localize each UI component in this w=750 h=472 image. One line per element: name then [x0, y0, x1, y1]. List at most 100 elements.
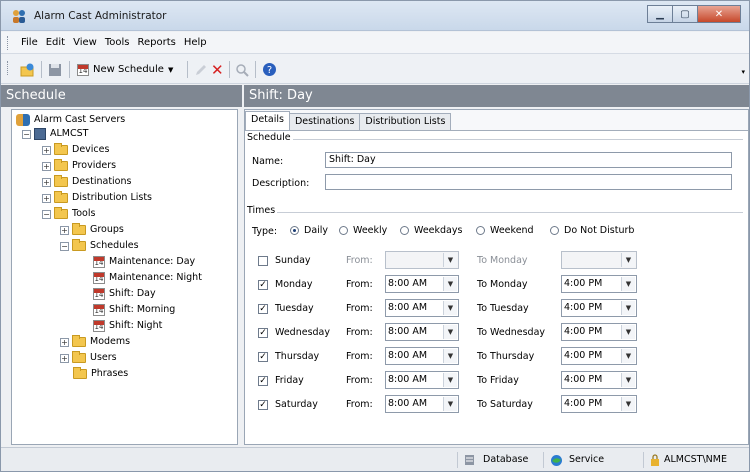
chevron-down-icon: ▼: [167, 65, 174, 74]
radio-daily[interactable]: Daily: [290, 225, 328, 236]
collapse-icon[interactable]: −: [22, 129, 31, 139]
status-service-label: Service: [569, 454, 605, 465]
toolbar-overflow-icon[interactable]: ▾: [741, 68, 745, 76]
from-time-select[interactable]: 8:00 AM ▼: [385, 371, 459, 389]
day-checkbox-tuesday[interactable]: ✓: [258, 304, 268, 314]
expand-icon[interactable]: +: [42, 177, 51, 187]
radio-weekend[interactable]: Weekend: [476, 225, 534, 236]
to-time-select[interactable]: 4:00 PM ▼: [561, 347, 637, 365]
tree-item-phrases[interactable]: Phrases: [73, 367, 128, 381]
toolbar: 14 New Schedule ▼ ✕ ? ▾: [1, 54, 749, 84]
menu-edit[interactable]: Edit: [46, 37, 65, 48]
tree-item-label: Users: [90, 352, 117, 363]
folder-icon: [73, 367, 87, 379]
status-user: ALMCST\NME: [643, 452, 749, 468]
to-time-select[interactable]: 4:00 PM ▼: [561, 371, 637, 389]
minimize-button[interactable]: ▁: [647, 5, 673, 23]
tree-item-schedules[interactable]: − Schedules: [60, 239, 139, 253]
day-checkbox-sunday[interactable]: [258, 256, 268, 266]
radio-weekdays[interactable]: Weekdays: [400, 225, 462, 236]
tree-item-schedule[interactable]: 14 Shift: Morning: [93, 303, 175, 317]
day-checkbox-friday[interactable]: ✓: [258, 376, 268, 386]
to-time-select[interactable]: 4:00 PM ▼: [561, 275, 637, 293]
save-button[interactable]: [48, 61, 62, 78]
day-checkbox-monday[interactable]: ✓: [258, 280, 268, 290]
refresh-button[interactable]: [19, 61, 35, 78]
tree-item-schedule[interactable]: 14 Maintenance: Day: [93, 255, 195, 269]
details-pane: Details Destinations Distribution Lists …: [244, 109, 749, 445]
status-database-label: Database: [483, 454, 529, 465]
edit-button[interactable]: [194, 61, 208, 78]
tree-item-users[interactable]: + Users: [60, 351, 117, 365]
day-checkbox-saturday[interactable]: ✓: [258, 400, 268, 410]
chevron-down-icon: ▼: [443, 277, 457, 291]
collapse-icon[interactable]: −: [60, 241, 69, 251]
help-button[interactable]: ?: [262, 61, 277, 78]
day-label: Monday: [275, 279, 313, 290]
tree-item-providers[interactable]: + Providers: [42, 159, 116, 173]
description-field[interactable]: [325, 174, 732, 190]
menu-help[interactable]: Help: [184, 37, 207, 48]
expand-icon[interactable]: +: [42, 161, 51, 171]
radio-weekly[interactable]: Weekly: [339, 225, 387, 236]
radio-dot: [290, 226, 299, 235]
to-time-select[interactable]: 4:00 PM ▼: [561, 323, 637, 341]
menu-reports[interactable]: Reports: [137, 37, 175, 48]
tree-item-modems[interactable]: + Modems: [60, 335, 130, 349]
close-button[interactable]: ✕: [697, 5, 741, 23]
collapse-icon[interactable]: −: [42, 209, 51, 219]
day-checkbox-wednesday[interactable]: ✓: [258, 328, 268, 338]
check-icon: ✓: [259, 400, 267, 410]
expand-icon[interactable]: +: [42, 145, 51, 155]
tree-server[interactable]: − ALMCST: [22, 127, 88, 141]
menu-grip[interactable]: [7, 36, 10, 50]
tree-item-groups[interactable]: + Groups: [60, 223, 124, 237]
menu-view[interactable]: View: [73, 37, 97, 48]
tree-item-devices[interactable]: + Devices: [42, 143, 109, 157]
from-time-select[interactable]: 8:00 AM ▼: [385, 299, 459, 317]
tree-item-destinations[interactable]: + Destinations: [42, 175, 131, 189]
expand-icon[interactable]: +: [60, 353, 69, 363]
from-time-select[interactable]: 8:00 AM ▼: [385, 347, 459, 365]
from-time-select[interactable]: 8:00 AM ▼: [385, 323, 459, 341]
to-time-select[interactable]: 4:00 PM ▼: [561, 395, 637, 413]
expand-icon[interactable]: +: [60, 337, 69, 347]
tree-item-schedule[interactable]: 14 Shift: Day: [93, 287, 156, 301]
folder-icon: [54, 191, 68, 203]
expand-icon[interactable]: +: [42, 193, 51, 203]
tree-item-schedule[interactable]: 14 Maintenance: Night: [93, 271, 202, 285]
menu-tools[interactable]: Tools: [105, 37, 130, 48]
folder-icon: [72, 351, 86, 363]
to-day-label: To Monday: [477, 255, 528, 266]
radio-do-not-disturb[interactable]: Do Not Disturb: [550, 225, 634, 236]
divider: [277, 212, 743, 213]
tab-distribution-lists[interactable]: Distribution Lists: [359, 113, 452, 130]
from-time-select[interactable]: 8:00 AM ▼: [385, 275, 459, 293]
new-schedule-button[interactable]: 14 New Schedule ▼: [77, 61, 173, 78]
tree-root[interactable]: Alarm Cast Servers: [16, 113, 125, 127]
tree-item-tools[interactable]: − Tools: [42, 207, 95, 221]
minimize-icon: ▁: [656, 8, 664, 20]
menu-file[interactable]: File: [21, 37, 38, 48]
to-time-select[interactable]: ▼: [561, 251, 637, 269]
chevron-down-icon: ▼: [621, 253, 635, 267]
tree-item-schedule[interactable]: 14 Shift: Night: [93, 319, 162, 333]
to-time-select[interactable]: 4:00 PM ▼: [561, 299, 637, 317]
toolbar-grip[interactable]: [7, 61, 10, 75]
from-time-select[interactable]: 8:00 AM ▼: [385, 395, 459, 413]
name-field[interactable]: Shift: Day: [325, 152, 732, 168]
radio-dot: [550, 226, 559, 235]
find-button[interactable]: [235, 61, 249, 78]
from-time-select[interactable]: ▼: [385, 251, 459, 269]
maximize-button[interactable]: ▢: [672, 5, 698, 23]
day-checkbox-thursday[interactable]: ✓: [258, 352, 268, 362]
tree-item-distribution-lists[interactable]: + Distribution Lists: [42, 191, 152, 205]
tab-details[interactable]: Details: [245, 111, 290, 130]
chevron-down-icon: ▼: [443, 349, 457, 363]
status-bar: Database Service ALMCST\NME: [1, 447, 749, 471]
check-icon: ✓: [259, 376, 267, 386]
delete-button[interactable]: ✕: [211, 61, 224, 79]
chevron-down-icon: ▼: [621, 349, 635, 363]
tab-destinations[interactable]: Destinations: [288, 113, 361, 130]
expand-icon[interactable]: +: [60, 225, 69, 235]
